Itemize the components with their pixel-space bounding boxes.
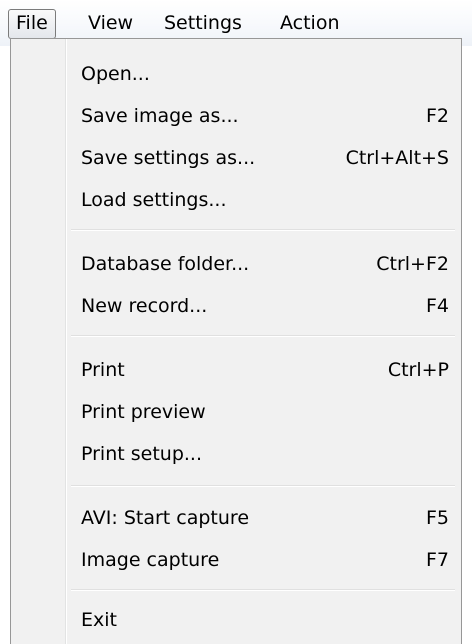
menu-item-label: Exit (81, 609, 117, 631)
menu-item-shortcut: F7 (425, 549, 449, 571)
menu-separator (71, 485, 455, 487)
menu-item-label: Print setup... (81, 443, 203, 465)
menu-item-print[interactable]: Print Ctrl+P (71, 351, 457, 389)
menu-item-label: Load settings... (81, 189, 227, 211)
menu-item-shortcut: Ctrl+P (387, 359, 449, 381)
menu-item-print-setup[interactable]: Print setup... (71, 435, 457, 473)
menu-gutter-highlight (66, 39, 67, 644)
menu-item-shortcut: Ctrl+Alt+S (345, 147, 449, 169)
menu-separator (71, 229, 455, 231)
menu-item-shortcut: F4 (425, 295, 449, 317)
menu-item-label: Open... (81, 63, 150, 85)
menu-file[interactable]: File (8, 9, 56, 39)
menu-item-database-folder[interactable]: Database folder... Ctrl+F2 (71, 245, 457, 283)
menu-item-label: New record... (81, 295, 208, 317)
menu-item-label: AVI: Start capture (81, 507, 250, 529)
menu-item-image-capture[interactable]: Image capture F7 (71, 541, 457, 579)
menu-item-shortcut: Ctrl+F2 (376, 253, 449, 275)
menu-item-label: Image capture (81, 549, 220, 571)
menu-item-avi-start-capture[interactable]: AVI: Start capture F5 (71, 499, 457, 537)
menu-settings[interactable]: Settings (156, 9, 250, 39)
file-dropdown-menu: Open... Save image as... F2 Save setting… (10, 38, 462, 644)
menu-view[interactable]: View (80, 9, 141, 39)
menu-item-exit[interactable]: Exit (71, 601, 457, 639)
menu-item-shortcut: F2 (425, 105, 449, 127)
menu-item-save-settings-as[interactable]: Save settings as... Ctrl+Alt+S (71, 139, 457, 177)
menu-item-label: Print preview (81, 401, 206, 423)
menu-item-label: Save settings as... (81, 147, 256, 169)
menu-item-open[interactable]: Open... (71, 55, 457, 93)
menu-item-new-record[interactable]: New record... F4 (71, 287, 457, 325)
menu-item-label: Database folder... (81, 253, 250, 275)
menu-item-label: Save image as... (81, 105, 239, 127)
menu-item-label: Print (81, 359, 125, 381)
menu-item-load-settings[interactable]: Load settings... (71, 181, 457, 219)
menu-item-save-image-as[interactable]: Save image as... F2 (71, 97, 457, 135)
menu-item-shortcut: F5 (425, 507, 449, 529)
menu-item-print-preview[interactable]: Print preview (71, 393, 457, 431)
menu-separator (71, 589, 455, 591)
menu-separator (71, 335, 455, 337)
menu-action[interactable]: Action (272, 9, 348, 39)
